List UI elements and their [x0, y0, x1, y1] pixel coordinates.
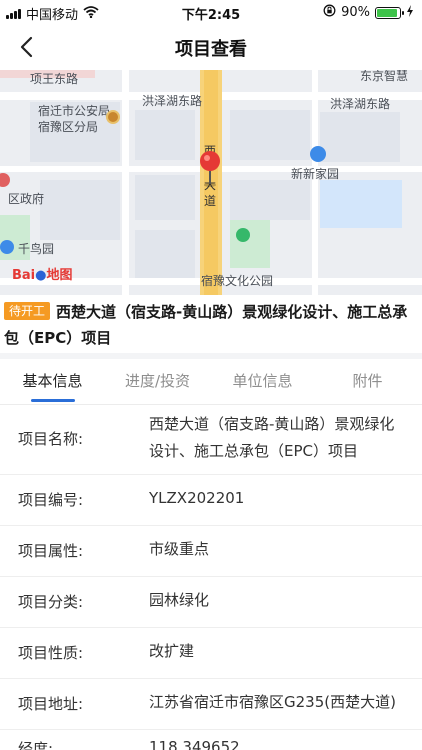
info-value: 改扩建 — [149, 642, 195, 660]
baidu-map-logo: Bai●地图 — [12, 264, 73, 283]
info-value: 西楚大道（宿支路-黄山路）景观绿化设计、施工总承包（EPC）项目 — [149, 415, 395, 460]
culture-park-icon — [236, 228, 250, 242]
info-value: YLZX202201 — [149, 489, 245, 507]
info-value: 118.349652 — [149, 738, 240, 750]
info-label: 项目编号: — [18, 491, 84, 509]
status-bar: 中国移动 下午2:45 90% — [0, 0, 422, 24]
map-label-culture: 宿豫文化公园 — [201, 274, 274, 288]
tab-progress-investment[interactable]: 进度/投资 — [105, 370, 210, 391]
info-value: 园林绿化 — [149, 591, 210, 609]
status-right: 90% — [323, 4, 414, 21]
battery-icon — [375, 6, 404, 19]
project-title-block: 待开工 西楚大道（宿支路-黄山路）景观绿化设计、施工总承包（EPC）项目 — [4, 299, 416, 351]
info-label: 项目属性: — [18, 542, 84, 560]
orientation-lock-icon — [323, 4, 336, 21]
info-label: 项目名称: — [18, 430, 84, 448]
info-label: 经度: — [18, 740, 54, 750]
info-row-name: 项目名称: 西楚大道（宿支路-黄山路）景观绿化设计、施工总承包（EPC）项目 — [0, 405, 422, 475]
info-row-category: 项目分类: 园林绿化 — [0, 577, 422, 628]
map-label-road: 洪泽湖东路 — [142, 94, 203, 108]
map-label-vertical-3: 道 — [204, 194, 217, 208]
battery-percent: 90% — [341, 5, 370, 20]
info-label: 项目分类: — [18, 593, 84, 611]
info-row-address: 项目地址: 江苏省宿迁市宿豫区G235(西楚大道) — [0, 679, 422, 730]
info-list: 项目名称: 西楚大道（宿支路-黄山路）景观绿化设计、施工总承包（EPC）项目 项… — [0, 405, 422, 750]
map-label-park: 千鸟园 — [18, 242, 55, 256]
page-title: 项目查看 — [175, 39, 247, 60]
police-icon — [106, 110, 120, 124]
map-label-police: 宿迁市公安局 — [38, 104, 111, 118]
nav-bar: 项目查看 — [0, 24, 422, 70]
project-header: 待开工 西楚大道（宿支路-黄山路）景观绿化设计、施工总承包（EPC）项目 — [0, 295, 422, 353]
info-row-nature: 项目性质: 改扩建 — [0, 628, 422, 679]
map-label-road-right: 洪泽湖东路 — [330, 97, 391, 111]
info-row-longitude: 经度: 118.349652 — [0, 730, 422, 750]
map-label-gov: 区政府 — [8, 192, 45, 206]
tab-unit-info[interactable]: 单位信息 — [210, 370, 315, 391]
baidu-logo-map-text: 地图 — [46, 268, 73, 283]
map-view[interactable]: 项王东路 东京智慧 洪泽湖东路 洪泽湖东路 宿迁市公安局 宿豫区分局 区政府 新… — [0, 70, 422, 295]
tab-attachments[interactable]: 附件 — [315, 370, 420, 391]
map-label-top-right: 东京智慧 — [360, 70, 409, 83]
map-label-poi: 项王东路 — [30, 72, 79, 86]
charging-icon — [406, 4, 414, 21]
park-icon — [0, 240, 14, 254]
tab-basic-info[interactable]: 基本信息 — [0, 370, 105, 391]
paw-icon: ● — [35, 268, 47, 283]
info-value: 市级重点 — [149, 540, 210, 558]
location-pin-icon — [200, 151, 220, 187]
landmark-icon — [310, 146, 326, 162]
baidu-logo-text: Bai — [12, 268, 36, 283]
info-row-code: 项目编号: YLZX202201 — [0, 475, 422, 526]
info-row-attribute: 项目属性: 市级重点 — [0, 526, 422, 577]
project-title: 西楚大道（宿支路-黄山路）景观绿化设计、施工总承包（EPC）项目 — [4, 303, 408, 347]
map-label-garden: 新新家园 — [291, 167, 340, 181]
map-label-police-branch: 宿豫区分局 — [38, 120, 99, 134]
tab-bar: 基本信息 进度/投资 单位信息 附件 — [0, 359, 422, 405]
info-value: 江苏省宿迁市宿豫区G235(西楚大道) — [149, 693, 396, 711]
info-label: 项目性质: — [18, 644, 84, 662]
info-label: 项目地址: — [18, 695, 84, 713]
status-badge: 待开工 — [4, 302, 51, 320]
tab-indicator — [31, 399, 75, 402]
